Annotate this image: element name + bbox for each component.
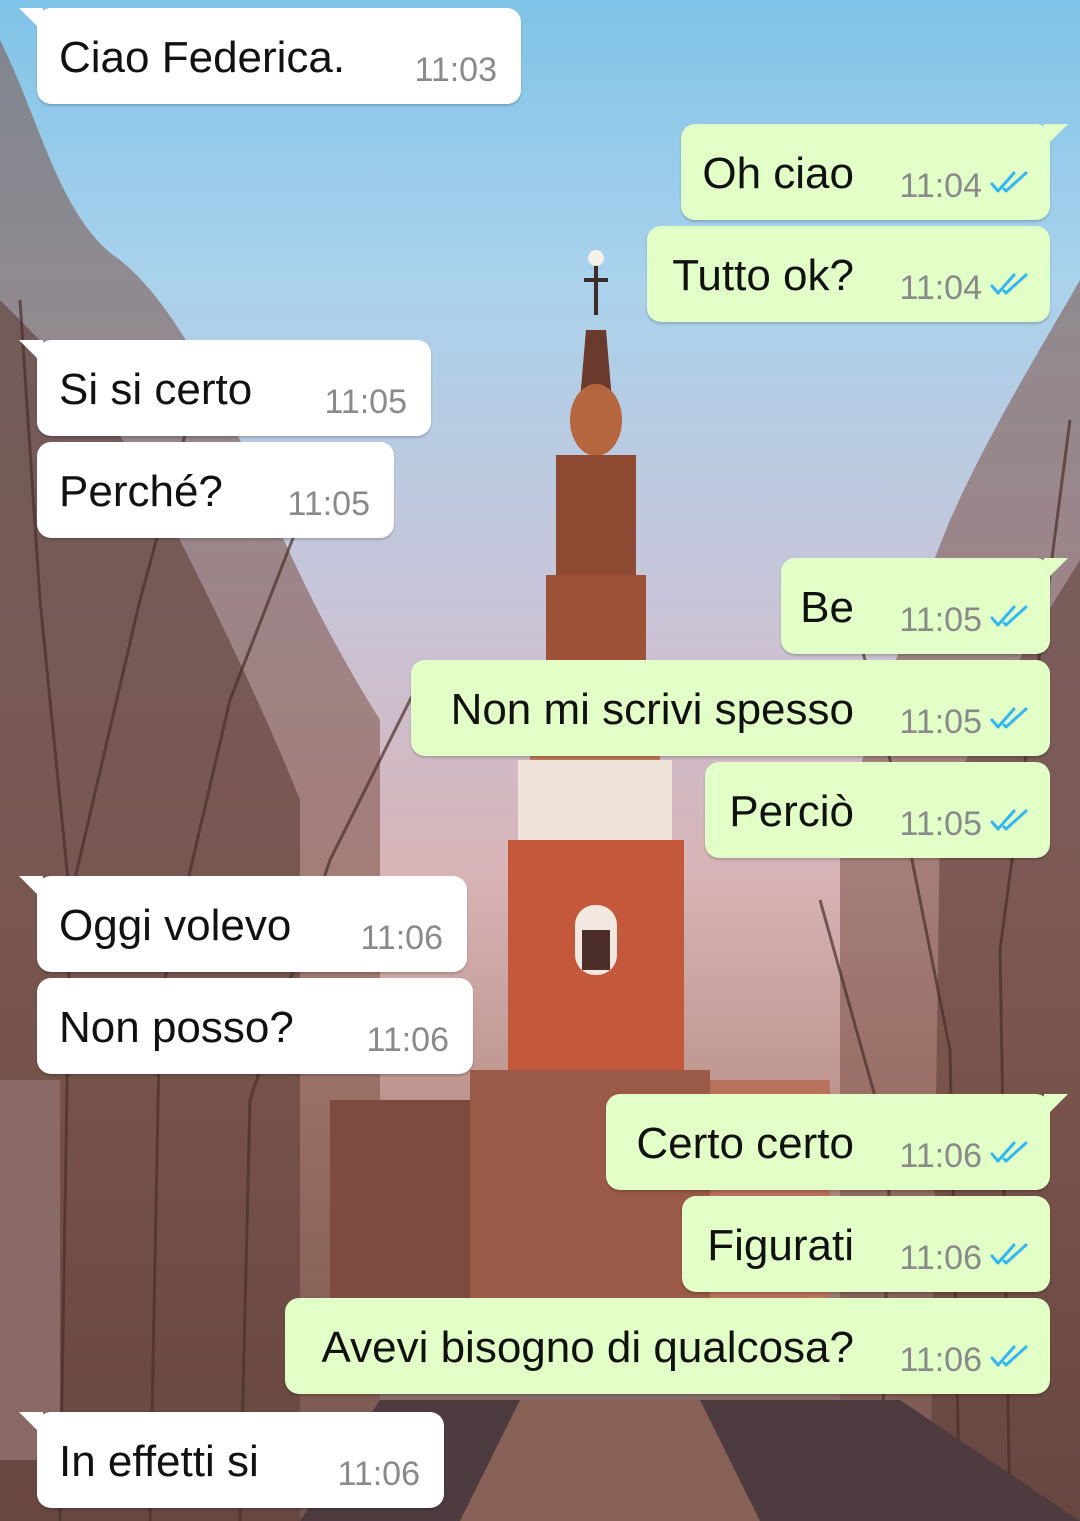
outgoing-message-bubble[interactable]: Avevi bisogno di qualcosa? 11:06 [285,1298,1050,1394]
read-double-check-icon [990,707,1028,729]
read-double-check-icon [990,605,1028,627]
message-timestamp: 11:05 [899,805,982,843]
message-text: Non mi scrivi spesso [450,685,854,734]
bubble-tail [19,1412,43,1436]
outgoing-message-bubble[interactable]: Be 11:05 [781,558,1068,654]
bubble-tail [19,876,43,900]
outgoing-message-bubble[interactable]: Certo certo 11:06 [606,1094,1068,1190]
message-timestamp: 11:06 [899,1239,982,1277]
outgoing-message-bubble[interactable]: Figurati 11:06 [682,1196,1050,1292]
read-double-check-icon [990,809,1028,831]
message-text: Certo certo [636,1119,854,1168]
message-text: Oggi volevo [59,901,292,950]
bubble-tail [19,8,43,32]
message-text: Avevi bisogno di qualcosa? [321,1323,854,1372]
bubble-tail [1044,1094,1068,1118]
read-double-check-icon [990,1345,1028,1367]
message-text: Perciò [729,787,854,836]
message-timestamp: 11:05 [287,485,370,523]
bubble-tail [19,340,43,364]
read-double-check-icon [990,171,1028,193]
bubble-tail [1044,124,1068,148]
incoming-message-bubble[interactable]: In effetti si 11:06 [19,1412,444,1508]
incoming-message-bubble[interactable]: Si si certo 11:05 [19,340,431,436]
outgoing-message-bubble[interactable]: Oh ciao 11:04 [681,124,1068,220]
incoming-message-bubble[interactable]: Ciao Federica. 11:03 [19,8,521,104]
message-timestamp: 11:04 [899,167,982,205]
message-timestamp: 11:06 [366,1021,449,1059]
incoming-message-bubble[interactable]: Perché? 11:05 [37,442,394,538]
incoming-message-bubble[interactable]: Oggi volevo 11:06 [19,876,467,972]
message-text: Be [800,583,854,632]
message-timestamp: 11:05 [899,703,982,741]
read-double-check-icon [990,1243,1028,1265]
message-timestamp: 11:06 [337,1455,420,1493]
message-text: Ciao Federica. [59,33,346,82]
message-timestamp: 11:05 [899,601,982,639]
incoming-message-bubble[interactable]: Non posso? 11:06 [37,978,473,1074]
message-timestamp: 11:05 [324,383,407,421]
message-text: Tutto ok? [672,251,854,300]
outgoing-message-bubble[interactable]: Perciò 11:05 [705,762,1050,858]
outgoing-message-bubble[interactable]: Tutto ok? 11:04 [647,226,1050,322]
message-timestamp: 11:04 [899,269,982,307]
message-timestamp: 11:06 [360,919,443,957]
message-text: In effetti si [59,1437,259,1486]
message-timestamp: 11:06 [899,1137,982,1175]
message-text: Figurati [707,1221,854,1270]
read-double-check-icon [990,1141,1028,1163]
bubble-tail [1044,558,1068,582]
message-text: Oh ciao [702,149,854,198]
read-double-check-icon [990,273,1028,295]
message-text: Si si certo [59,365,253,414]
outgoing-message-bubble[interactable]: Non mi scrivi spesso 11:05 [411,660,1050,756]
message-text: Perché? [59,467,223,516]
message-text: Non posso? [59,1003,294,1052]
message-timestamp: 11:06 [899,1341,982,1379]
message-timestamp: 11:03 [414,51,497,89]
